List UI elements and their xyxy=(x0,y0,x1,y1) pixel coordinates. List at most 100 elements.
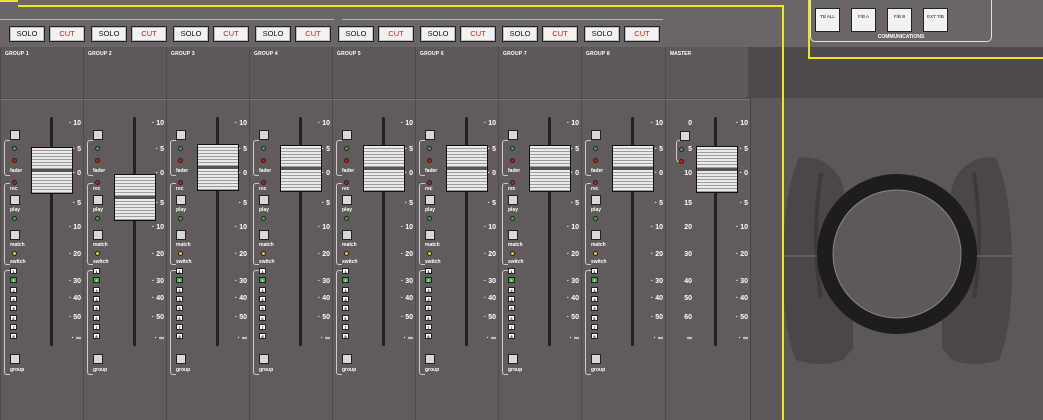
solo-button[interactable]: SOLO xyxy=(9,26,45,42)
group-number-button[interactable]: 2 xyxy=(591,277,598,284)
cut-button[interactable]: CUT xyxy=(295,26,331,42)
group-number-button[interactable]: 2 xyxy=(10,277,17,284)
group-number-button[interactable]: 6 xyxy=(342,314,349,321)
group-number-button[interactable]: 8 xyxy=(259,333,266,340)
cut-button[interactable]: CUT xyxy=(460,26,496,42)
master-button[interactable] xyxy=(680,131,690,141)
group-number-button[interactable]: 6 xyxy=(508,314,515,321)
solo-button[interactable]: SOLO xyxy=(584,26,620,42)
group-number-button[interactable]: 3 xyxy=(425,286,432,293)
fader-knob[interactable] xyxy=(280,145,322,192)
fb-a-button[interactable]: F/B A xyxy=(851,8,876,32)
group-number-button[interactable]: 1 xyxy=(176,268,183,274)
match-button[interactable] xyxy=(591,230,601,240)
group-number-button[interactable]: 7 xyxy=(508,323,515,330)
group-number-button[interactable]: 5 xyxy=(93,305,100,312)
group-number-button[interactable]: 8 xyxy=(425,333,432,340)
tb-all-button[interactable]: TB ALL xyxy=(815,8,840,32)
group-number-button[interactable]: 1 xyxy=(93,268,100,274)
group-number-button[interactable]: 7 xyxy=(425,323,432,330)
cut-button[interactable]: CUT xyxy=(131,26,167,42)
play-button[interactable] xyxy=(93,195,103,205)
fader-knob[interactable] xyxy=(31,147,73,194)
group-number-button[interactable]: 3 xyxy=(93,286,100,293)
play-button[interactable] xyxy=(10,195,20,205)
match-button[interactable] xyxy=(508,230,518,240)
group-number-button[interactable]: 1 xyxy=(342,268,349,274)
fader-button[interactable] xyxy=(508,130,518,140)
group-number-button[interactable]: 4 xyxy=(93,295,100,302)
group-number-button[interactable]: 4 xyxy=(425,295,432,302)
group-number-button[interactable]: 8 xyxy=(591,333,598,340)
match-button[interactable] xyxy=(176,230,186,240)
group-button[interactable] xyxy=(508,354,518,364)
group-number-button[interactable]: 5 xyxy=(508,305,515,312)
match-button[interactable] xyxy=(93,230,103,240)
group-number-button[interactable]: 3 xyxy=(176,286,183,293)
fader-knob[interactable] xyxy=(363,145,405,192)
fader-button[interactable] xyxy=(425,130,435,140)
solo-button[interactable]: SOLO xyxy=(338,26,374,42)
solo-button[interactable]: SOLO xyxy=(173,26,209,42)
group-button[interactable] xyxy=(93,354,103,364)
group-number-button[interactable]: 5 xyxy=(425,305,432,312)
play-button[interactable] xyxy=(591,195,601,205)
group-number-button[interactable]: 6 xyxy=(425,314,432,321)
fader-button[interactable] xyxy=(342,130,352,140)
group-number-button[interactable]: 5 xyxy=(10,305,17,312)
match-button[interactable] xyxy=(10,230,20,240)
group-number-button[interactable]: 2 xyxy=(176,277,183,284)
group-number-button[interactable]: 1 xyxy=(425,268,432,274)
fader-button[interactable] xyxy=(176,130,186,140)
group-number-button[interactable]: 2 xyxy=(342,277,349,284)
group-number-button[interactable]: 5 xyxy=(259,305,266,312)
group-button[interactable] xyxy=(259,354,269,364)
play-button[interactable] xyxy=(508,195,518,205)
group-number-button[interactable]: 8 xyxy=(10,333,17,340)
ext-tb-button[interactable]: EXT T/B xyxy=(923,8,948,32)
group-number-button[interactable]: 2 xyxy=(425,277,432,284)
cut-button[interactable]: CUT xyxy=(213,26,249,42)
group-number-button[interactable]: 1 xyxy=(259,268,266,274)
group-number-button[interactable]: 4 xyxy=(591,295,598,302)
master-fader-knob[interactable] xyxy=(696,146,738,193)
group-number-button[interactable]: 7 xyxy=(176,323,183,330)
group-number-button[interactable]: 6 xyxy=(259,314,266,321)
group-button[interactable] xyxy=(591,354,601,364)
group-number-button[interactable]: 4 xyxy=(259,295,266,302)
group-number-button[interactable]: 1 xyxy=(591,268,598,274)
play-button[interactable] xyxy=(342,195,352,205)
fader-knob[interactable] xyxy=(446,145,488,192)
play-button[interactable] xyxy=(425,195,435,205)
group-number-button[interactable]: 2 xyxy=(508,277,515,284)
fader-button[interactable] xyxy=(10,130,20,140)
group-number-button[interactable]: 5 xyxy=(591,305,598,312)
group-number-button[interactable]: 5 xyxy=(342,305,349,312)
group-number-button[interactable]: 8 xyxy=(93,333,100,340)
group-number-button[interactable]: 4 xyxy=(10,295,17,302)
group-number-button[interactable]: 7 xyxy=(259,323,266,330)
fader-button[interactable] xyxy=(93,130,103,140)
match-button[interactable] xyxy=(425,230,435,240)
group-button[interactable] xyxy=(425,354,435,364)
group-number-button[interactable]: 5 xyxy=(176,305,183,312)
fader-button[interactable] xyxy=(259,130,269,140)
solo-button[interactable]: SOLO xyxy=(91,26,127,42)
fader-knob[interactable] xyxy=(114,174,156,221)
solo-button[interactable]: SOLO xyxy=(255,26,291,42)
jog-wheel[interactable] xyxy=(832,189,962,319)
fader-knob[interactable] xyxy=(197,144,239,191)
cut-button[interactable]: CUT xyxy=(49,26,85,42)
group-number-button[interactable]: 6 xyxy=(591,314,598,321)
group-number-button[interactable]: 8 xyxy=(508,333,515,340)
cut-button[interactable]: CUT xyxy=(542,26,578,42)
group-number-button[interactable]: 2 xyxy=(259,277,266,284)
group-number-button[interactable]: 6 xyxy=(10,314,17,321)
group-number-button[interactable]: 4 xyxy=(176,295,183,302)
fader-knob[interactable] xyxy=(529,145,571,192)
group-number-button[interactable]: 2 xyxy=(93,277,100,284)
group-button[interactable] xyxy=(10,354,20,364)
group-number-button[interactable]: 8 xyxy=(176,333,183,340)
solo-button[interactable]: SOLO xyxy=(502,26,538,42)
fb-b-button[interactable]: F/B B xyxy=(887,8,912,32)
